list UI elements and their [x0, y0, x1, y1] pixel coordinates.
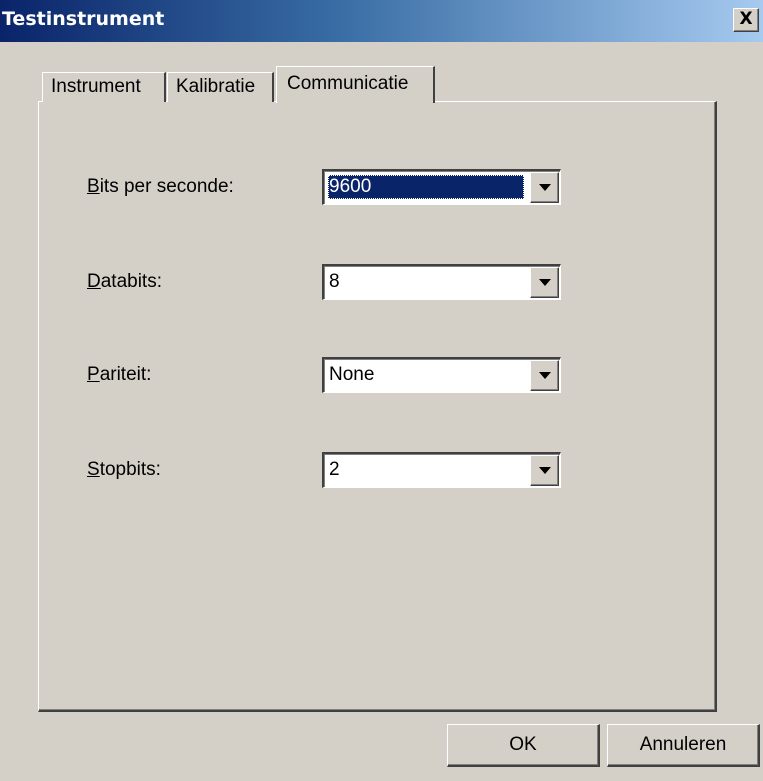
stopbits-combo[interactable]: 2 [322, 452, 561, 488]
window-title: Testinstrument [2, 8, 165, 30]
chevron-down-icon[interactable] [530, 360, 559, 391]
ok-button[interactable]: OK [447, 724, 600, 767]
tab-kalibratie[interactable]: Kalibratie [167, 72, 274, 102]
chevron-down-icon[interactable] [530, 172, 559, 203]
tab-instrument[interactable]: Instrument [42, 72, 166, 102]
tab-label: Kalibratie [176, 76, 256, 97]
tab-label: Communicatie [287, 73, 409, 94]
bits-per-seconde-combo[interactable]: 9600 [322, 169, 561, 205]
chevron-down-icon[interactable] [530, 267, 559, 298]
combo-value: 2 [329, 459, 340, 480]
pariteit-combo[interactable]: None [322, 357, 561, 393]
cancel-button-label: Annuleren [639, 734, 727, 755]
chevron-down-icon[interactable] [530, 455, 559, 486]
combo-value: 9600 [328, 175, 524, 199]
close-icon: X [739, 9, 753, 29]
bits-per-seconde-label: Bits per seconde: [87, 176, 234, 197]
cancel-button[interactable]: Annuleren [607, 724, 760, 767]
title-bar: Testinstrument X [0, 0, 763, 42]
pariteit-label: Pariteit: [87, 364, 152, 385]
tab-communicatie[interactable]: Communicatie [276, 66, 435, 103]
close-button[interactable]: X [733, 8, 759, 32]
combo-value: None [329, 364, 375, 385]
databits-label: Databits: [87, 271, 162, 292]
tab-label: Instrument [51, 76, 141, 97]
databits-combo[interactable]: 8 [322, 264, 561, 300]
stopbits-label: Stopbits: [87, 459, 161, 480]
combo-value: 8 [329, 271, 340, 292]
ok-button-label: OK [509, 734, 537, 755]
